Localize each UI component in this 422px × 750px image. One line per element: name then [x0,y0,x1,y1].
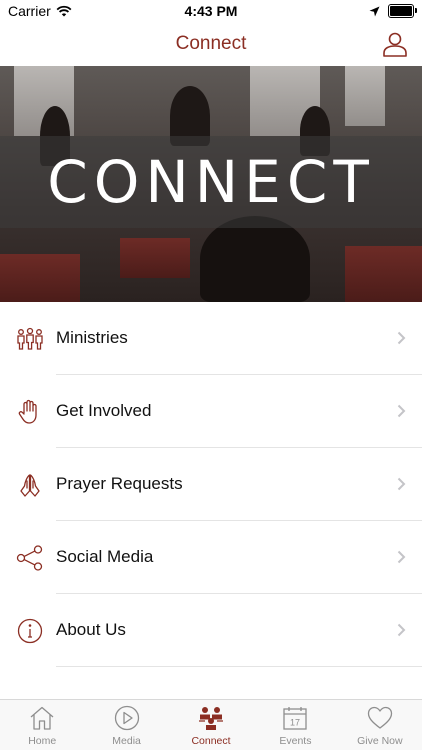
calendar-icon: 17 [283,707,308,730]
calendar-day: 17 [290,718,300,728]
people-group-icon [17,327,43,350]
praying-hands-icon [20,474,40,497]
menu-item-label: Ministries [56,328,128,347]
tab-bar: Home Media Connect 17 Events Give Now [0,699,422,750]
share-nodes-icon [16,545,43,571]
navigation-bar: Connect [0,22,422,67]
tab-label: Give Now [357,735,403,747]
hero-photo-pew [120,238,190,278]
menu-item-get-involved[interactable]: Get Involved [0,375,422,448]
chevron-right-icon [397,331,406,345]
tab-give-now[interactable]: Give Now [338,700,422,750]
hero-photo-window [345,66,385,126]
chevron-right-icon [397,623,406,637]
list-divider [56,666,422,667]
menu-item-label: About Us [56,620,126,639]
raised-hand-icon [18,399,37,424]
heart-icon [367,706,392,729]
tab-label: Media [112,735,141,747]
tab-label: Events [279,735,312,747]
hero-banner: CONNECT [0,66,422,302]
home-icon [30,706,54,730]
status-bar: Carrier 4:43 PM [0,0,422,22]
menu-item-social-media[interactable]: Social Media [0,521,422,594]
connect-screen: Carrier 4:43 PM Connect CONNECT Ministri… [0,0,422,750]
tab-connect[interactable]: Connect [169,700,253,750]
connect-menu-list: Ministries Get Involved Prayer Requests … [0,302,422,667]
battery-icon [388,4,417,18]
menu-item-ministries[interactable]: Ministries [0,302,422,375]
location-arrow-icon [369,6,380,16]
chevron-right-icon [397,477,406,491]
hero-photo-pew [0,254,80,302]
connect-people-icon [199,707,224,730]
menu-item-label: Social Media [56,547,154,566]
menu-item-about-us[interactable]: About Us [0,594,422,667]
hero-title: CONNECT [47,148,375,216]
tab-label: Connect [191,735,231,747]
tab-media[interactable]: Media [84,700,168,750]
battery-level [390,6,412,16]
tab-label: Home [28,735,57,747]
menu-item-label: Prayer Requests [56,474,183,493]
page-title: Connect [175,33,247,54]
chevron-right-icon [397,404,406,418]
menu-item-label: Get Involved [56,401,152,420]
person-outline-icon[interactable] [382,31,408,57]
tab-home[interactable]: Home [0,700,84,750]
status-time: 4:43 PM [184,3,238,19]
hero-photo-person [200,216,310,302]
chevron-right-icon [397,550,406,564]
menu-item-prayer-requests[interactable]: Prayer Requests [0,448,422,521]
tab-events[interactable]: 17 Events [253,700,337,750]
play-circle-icon [114,705,139,731]
info-circle-icon [17,618,43,644]
hero-photo-pew [345,246,422,302]
status-right [369,4,417,18]
